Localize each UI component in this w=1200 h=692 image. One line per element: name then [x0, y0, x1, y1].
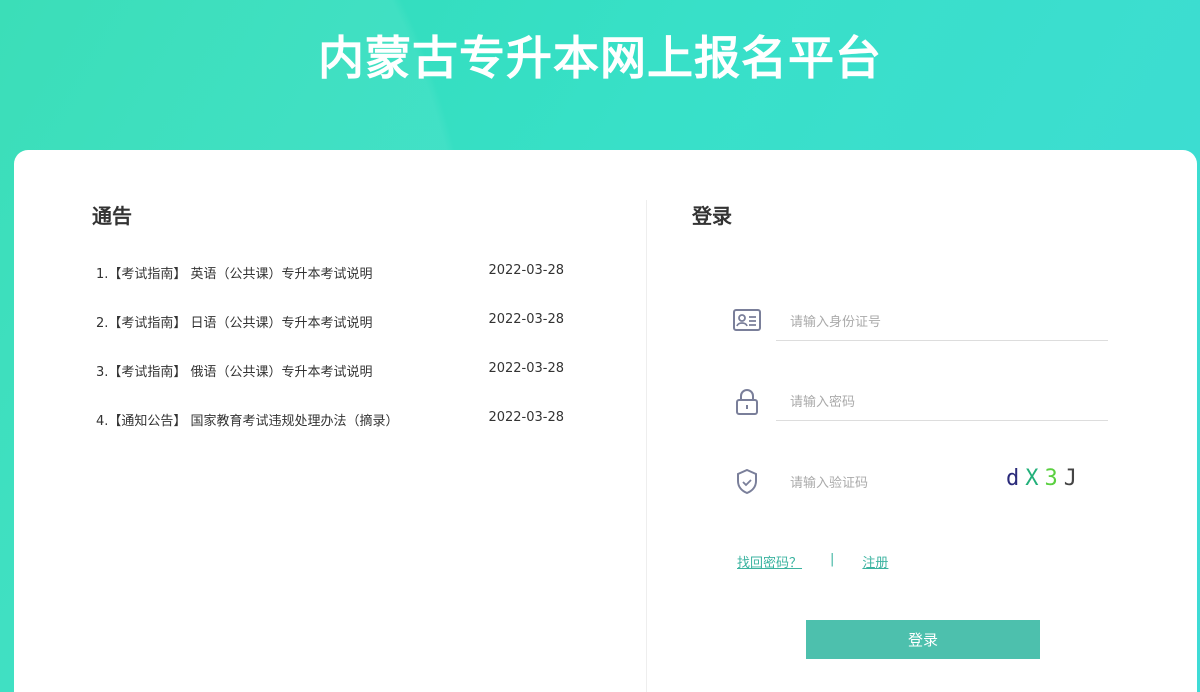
- page-title: 内蒙古专升本网上报名平台: [318, 31, 882, 85]
- notice-date: 2022-03-28: [488, 312, 564, 327]
- login-button[interactable]: 登录: [806, 620, 1040, 659]
- captcha-char: 3: [1044, 466, 1064, 491]
- login-heading: 登录: [692, 204, 732, 228]
- notice-item[interactable]: 3.【考试指南】 俄语（公共课）专升本考试说明 2022-03-28: [92, 361, 592, 410]
- notice-panel: 通告 1.【考试指南】 英语（公共课）专升本考试说明 2022-03-28 2.【…: [92, 200, 592, 459]
- shield-check-icon: [732, 467, 762, 497]
- lock-icon: [732, 387, 762, 417]
- notice-item[interactable]: 2.【考试指南】 日语（公共课）专升本考试说明 2022-03-28: [92, 312, 592, 361]
- register-link[interactable]: 注册: [862, 552, 888, 571]
- captcha-input[interactable]: 请输入验证码: [776, 461, 976, 501]
- notice-title[interactable]: 2.【考试指南】 日语（公共课）专升本考试说明: [96, 312, 373, 361]
- id-number-input[interactable]: 请输入身份证号: [776, 301, 1108, 341]
- panel-divider: [646, 200, 647, 692]
- notice-list: 1.【考试指南】 英语（公共课）专升本考试说明 2022-03-28 2.【考试指…: [92, 263, 592, 459]
- password-row: [732, 387, 762, 417]
- notice-heading: 通告: [92, 204, 132, 228]
- password-input[interactable]: 请输入密码: [776, 381, 1108, 421]
- notice-item[interactable]: 4.【通知公告】 国家教育考试违规处理办法（摘录） 2022-03-28: [92, 410, 592, 459]
- auth-links: 找回密码？ | 注册: [737, 552, 888, 571]
- captcha-char: d: [1006, 466, 1026, 491]
- notice-title[interactable]: 3.【考试指南】 俄语（公共课）专升本考试说明: [96, 361, 373, 410]
- notice-title[interactable]: 1.【考试指南】 英语（公共课）专升本考试说明: [96, 263, 373, 312]
- notice-title[interactable]: 4.【通知公告】 国家教育考试违规处理办法（摘录）: [96, 410, 399, 459]
- captcha-char: J: [1063, 466, 1083, 491]
- main-card: 通告 1.【考试指南】 英语（公共课）专升本考试说明 2022-03-28 2.【…: [14, 150, 1197, 692]
- captcha-row: [732, 467, 762, 497]
- link-separator: |: [830, 552, 835, 567]
- id-row: [732, 305, 762, 335]
- id-card-icon: [732, 305, 762, 335]
- notice-date: 2022-03-28: [488, 263, 564, 278]
- notice-date: 2022-03-28: [488, 410, 564, 425]
- notice-date: 2022-03-28: [488, 361, 564, 376]
- captcha-char: X: [1025, 466, 1045, 491]
- captcha-image[interactable]: dX3J: [1006, 466, 1083, 491]
- notice-item[interactable]: 1.【考试指南】 英语（公共课）专升本考试说明 2022-03-28: [92, 263, 592, 312]
- login-panel: 登录 请输入身份证号 请输入密码 请输入验证码 dX3J 找回密码？ | 注册 …: [692, 200, 1152, 680]
- forgot-password-link[interactable]: 找回密码？: [737, 552, 802, 571]
